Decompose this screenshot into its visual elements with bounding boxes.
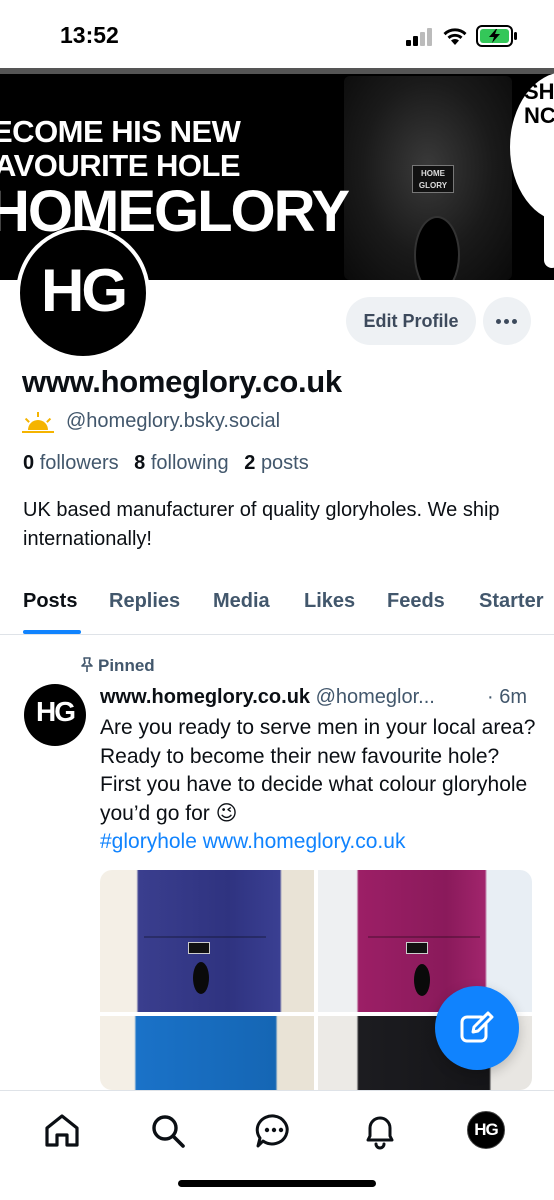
sun-icon [22, 412, 54, 433]
banner-speech-text: SH NC [524, 79, 554, 128]
profile-tabs: Posts Replies Media Likes Feeds Starter [0, 586, 554, 635]
cellular-signal-icon [406, 28, 432, 46]
post-image-blue-box[interactable] [100, 870, 314, 1012]
bell-icon[interactable] [360, 1111, 400, 1151]
tab-feeds[interactable]: Feeds [387, 590, 445, 613]
post-body: Are you ready to serve men in your local… [100, 716, 536, 825]
pinned-indicator: Pinned [80, 656, 155, 676]
followers-link[interactable]: 0 followers [23, 452, 119, 474]
wifi-icon [443, 28, 467, 45]
tab-replies[interactable]: Replies [109, 590, 180, 613]
banner-speech-tail [544, 208, 554, 268]
profile-stats: 0 followers 8 following 2 posts [23, 452, 309, 475]
nav-avatar-initials: HG [474, 1120, 499, 1139]
battery-charging-icon [476, 25, 517, 47]
more-dot-icon [504, 319, 509, 324]
followers-count: 0 [23, 452, 35, 474]
tab-likes[interactable]: Likes [304, 590, 355, 613]
status-time: 13:52 [60, 22, 119, 48]
post-image-light-blue-box[interactable] [100, 1016, 314, 1090]
following-count: 8 [134, 452, 146, 474]
display-name: www.homeglory.co.uk [22, 364, 342, 399]
posts-count: 2 [244, 452, 256, 474]
following-label: following [150, 452, 229, 474]
home-indicator [178, 1180, 376, 1187]
tab-starter[interactable]: Starter [479, 590, 543, 613]
tab-media[interactable]: Media [213, 590, 270, 613]
tab-posts[interactable]: Posts [23, 590, 77, 613]
banner-headline-1: ECOME HIS NEW [0, 114, 241, 149]
post-timestamp[interactable]: · 6m [487, 686, 527, 709]
banner-product-label: HOME GLORY [412, 165, 454, 193]
banner-border [0, 68, 554, 74]
post-handle[interactable]: @homeglor... [316, 686, 435, 708]
pinned-label: Pinned [98, 656, 155, 675]
pin-icon [81, 657, 93, 672]
post-author[interactable]: www.homeglory.co.uk [100, 686, 310, 708]
profile-nav-avatar[interactable]: HG [467, 1111, 505, 1149]
chat-icon[interactable] [254, 1111, 294, 1151]
posts-label: posts [260, 452, 309, 474]
post-text: Are you ready to serve men in your local… [100, 714, 540, 857]
followers-label: followers [39, 452, 119, 474]
post-header: www.homeglory.co.uk @homeglor... [100, 686, 540, 709]
active-tab-indicator [23, 630, 81, 634]
more-options-button[interactable] [483, 297, 531, 345]
following-link[interactable]: 8 following [134, 452, 229, 474]
avatar-initials: HG [41, 257, 128, 324]
posts-stat: 2 posts [244, 452, 309, 474]
post-image-pink-box[interactable] [318, 870, 532, 1012]
compose-icon [460, 1011, 494, 1043]
status-bar: 13:52 [0, 0, 554, 68]
more-dot-icon [512, 319, 517, 324]
more-dot-icon [496, 319, 501, 324]
edit-profile-button[interactable]: Edit Profile [346, 297, 476, 345]
home-icon[interactable] [42, 1111, 82, 1151]
profile-avatar[interactable]: HG [16, 226, 150, 360]
post-hashtag[interactable]: #gloryhole [100, 830, 197, 853]
post-avatar[interactable]: HG [24, 684, 86, 746]
search-icon[interactable] [148, 1111, 188, 1151]
compose-post-button[interactable] [435, 986, 519, 1070]
profile-bio: UK based manufacturer of quality gloryho… [23, 499, 500, 550]
post-link[interactable]: www.homeglory.co.uk [203, 830, 406, 853]
post-avatar-initials: HG [36, 696, 76, 727]
profile-handle: @homeglory.bsky.social [66, 410, 281, 432]
